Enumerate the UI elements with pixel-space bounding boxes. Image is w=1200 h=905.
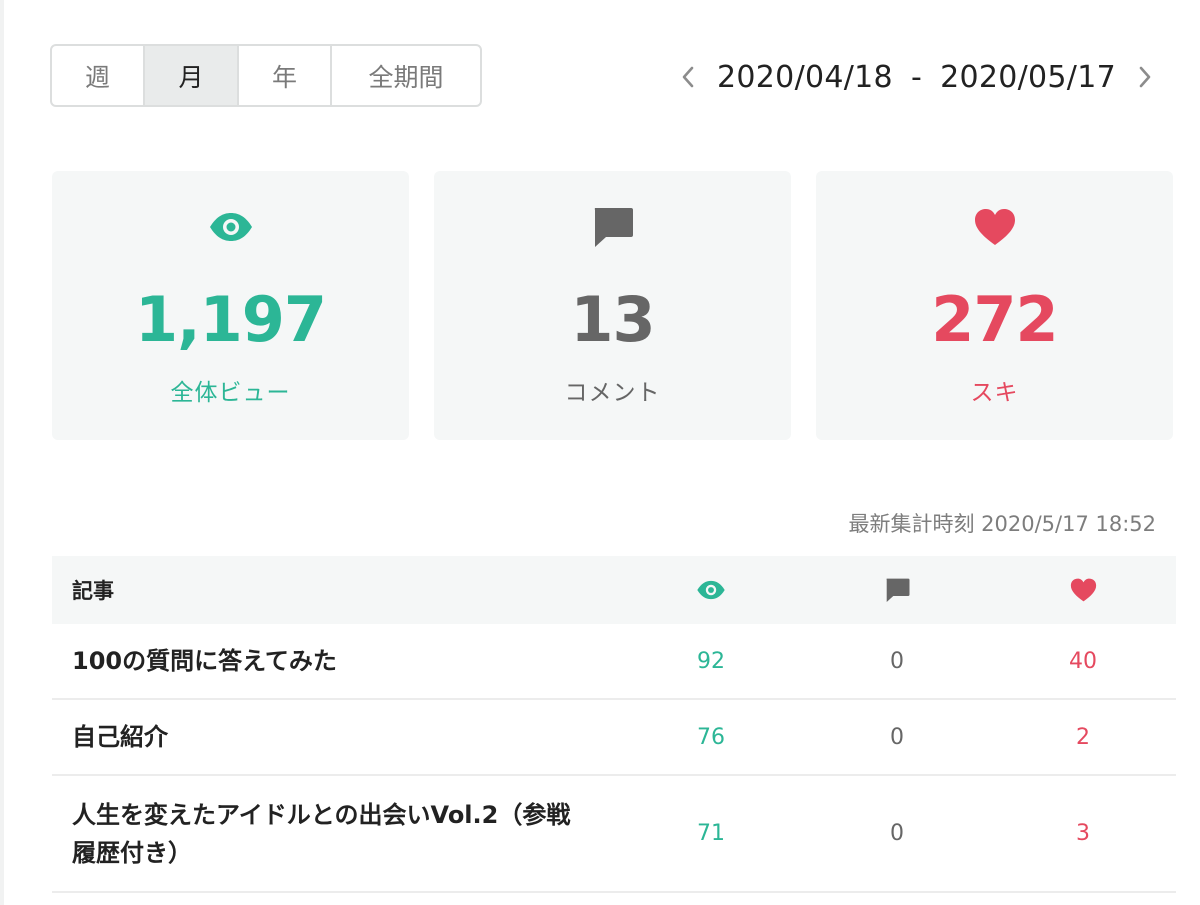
eye-icon xyxy=(697,580,725,600)
views-total: 1,197 xyxy=(134,283,327,356)
card-comments: 13 コメント xyxy=(434,171,791,440)
article-comments: 0 xyxy=(890,821,904,846)
article-title-link[interactable]: 100の質問に答えてみた xyxy=(52,642,618,680)
table-row[interactable]: 人生を変えたアイドルとの出会いVol.2（参戦履歴付き） 71 0 3 xyxy=(52,776,1176,893)
stats-page: 週 月 年 全期間 2020/04/18-2020/05/17 1,197 全体… xyxy=(0,0,1200,905)
comments-label: コメント xyxy=(564,380,661,406)
article-title-link[interactable]: 人生を変えたアイドルとの出会いVol.2（参戦履歴付き） xyxy=(52,796,618,872)
summary-cards: 1,197 全体ビュー 13 コメント 272 スキ xyxy=(52,171,1173,440)
article-stats-table: 記事 100の質問に答えてみた 92 0 40 自己紹介 76 0 2 人生を変… xyxy=(52,556,1176,893)
eye-icon xyxy=(209,213,252,241)
article-title-link[interactable]: 自己紹介 xyxy=(52,718,618,756)
date-range-text: 2020/04/18-2020/05/17 xyxy=(717,60,1116,95)
article-title: 人生を変えたアイドルとの出会いVol.2（参戦履歴付き） xyxy=(72,800,571,867)
table-row[interactable]: 100の質問に答えてみた 92 0 40 xyxy=(52,624,1176,700)
article-title: 自己紹介 xyxy=(72,723,168,751)
views-label: 全体ビュー xyxy=(170,380,291,406)
comment-icon xyxy=(886,578,909,602)
prev-period-button[interactable] xyxy=(673,57,703,97)
article-likes: 2 xyxy=(1076,724,1090,750)
heart-icon xyxy=(1070,578,1096,602)
column-header-views xyxy=(618,578,804,602)
chevron-right-icon xyxy=(1139,66,1151,88)
date-separator: - xyxy=(910,59,923,95)
comment-icon xyxy=(594,208,633,247)
likes-label: スキ xyxy=(970,380,1019,406)
article-likes: 3 xyxy=(1076,821,1090,846)
table-header: 記事 xyxy=(52,556,1176,624)
tab-year[interactable]: 年 xyxy=(239,46,332,105)
column-header-comments xyxy=(804,578,990,602)
column-header-article: 記事 xyxy=(72,579,114,603)
article-comments: 0 xyxy=(890,648,904,674)
article-views: 71 xyxy=(697,821,725,846)
last-updated-text: 最新集計時刻 2020/5/17 18:52 xyxy=(848,512,1156,536)
article-views: 92 xyxy=(697,648,725,674)
date-start: 2020/04/18 xyxy=(717,59,893,95)
tab-week[interactable]: 週 xyxy=(52,46,145,105)
article-title: 100の質問に答えてみた xyxy=(72,647,337,675)
tab-all-time[interactable]: 全期間 xyxy=(332,46,480,105)
card-likes: 272 スキ xyxy=(816,171,1173,440)
article-views: 76 xyxy=(697,724,725,750)
card-views: 1,197 全体ビュー xyxy=(52,171,409,440)
date-range-navigator: 2020/04/18-2020/05/17 xyxy=(673,52,1160,102)
chevron-left-icon xyxy=(682,66,694,88)
tab-month[interactable]: 月 xyxy=(145,46,239,105)
next-period-button[interactable] xyxy=(1130,57,1160,97)
table-row[interactable]: 自己紹介 76 0 2 xyxy=(52,700,1176,776)
likes-total: 272 xyxy=(931,283,1058,356)
heart-icon xyxy=(974,209,1015,245)
comments-total: 13 xyxy=(570,283,655,356)
column-header-likes xyxy=(990,578,1176,602)
article-comments: 0 xyxy=(890,724,904,750)
article-likes: 40 xyxy=(1069,648,1097,674)
date-end: 2020/05/17 xyxy=(940,59,1116,95)
period-selector: 週 月 年 全期間 xyxy=(50,44,482,107)
